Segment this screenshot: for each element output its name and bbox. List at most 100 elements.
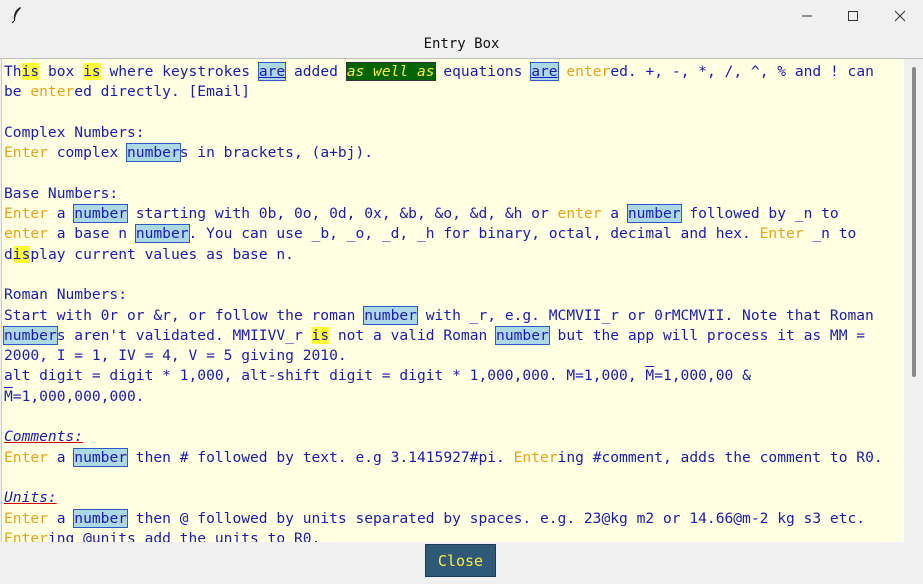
number-highlight: number	[73, 508, 129, 528]
maximize-button[interactable]	[830, 0, 876, 31]
dialog-header: Entry Box	[0, 31, 923, 59]
maximize-icon	[848, 10, 858, 21]
text-line: Entering @units add the units to R0.	[4, 529, 899, 542]
keyword-enter: enter	[566, 63, 611, 80]
text-line: Enter a number then # followed by text. …	[4, 447, 899, 468]
text-segment: play current values as base n.	[30, 245, 294, 263]
text-line	[4, 103, 899, 123]
number-highlight: number	[73, 204, 129, 224]
text-line: Enter a number then @ followed by units …	[4, 508, 899, 529]
text-line: numbers aren't validated. MMIIVV_r is no…	[3, 325, 899, 346]
text-segment: with _r, e.g. MCMVII_r or 0rMCMVII. Note…	[416, 306, 874, 324]
text-segment: a	[47, 448, 75, 466]
help-text-content: This box is where keystrokes are added a…	[3, 62, 899, 542]
keyword-enter: Enter	[4, 144, 48, 162]
dialog-title: Entry Box	[423, 36, 500, 52]
button-bar: Close	[0, 542, 923, 584]
entry-text-area[interactable]: This box is where keystrokes are added a…	[1, 59, 904, 542]
text-segment: is	[21, 63, 40, 80]
text-segment: then @ followed by units separated by sp…	[127, 509, 866, 527]
text-segment: s in brackets, (a+bj).	[179, 144, 374, 162]
keyword-enter: enter	[30, 83, 75, 101]
text-line: This box is where keystrokes are added a…	[4, 62, 899, 82]
text-segment: ed. +, -, *, /, ^, % and ! can	[610, 63, 874, 80]
text-segment: s aren't validated. MMIIVV_r	[56, 326, 312, 344]
text-segment: added	[285, 63, 347, 80]
number-highlight: number	[134, 224, 190, 244]
text-segment: as well as	[345, 62, 436, 81]
title-bar	[0, 0, 923, 31]
text-segment: a	[47, 509, 75, 527]
section-heading: Units:	[4, 489, 57, 507]
text-line: be entered directly. [Email]	[4, 82, 899, 102]
text-segment: complex	[47, 144, 128, 162]
window-close-button[interactable]	[877, 0, 923, 31]
keyword-enter: Enter	[4, 509, 48, 527]
text-segment: is	[12, 245, 31, 263]
text-segment: but the app will process it as MM =	[548, 326, 866, 344]
text-line	[4, 265, 899, 285]
number-highlight: number	[626, 204, 682, 224]
text-line: display current values as base n.	[4, 245, 899, 265]
text-line	[4, 468, 899, 488]
text-line: Base Numbers:	[4, 184, 899, 204]
number-highlight: number	[73, 447, 129, 467]
feather-icon	[11, 7, 21, 24]
text-segment: Base Numbers:	[4, 184, 119, 202]
text-segment: is	[83, 63, 101, 80]
keyword-enter: Enter	[4, 448, 48, 466]
text-segment: is	[311, 326, 330, 344]
text-line: enter a base n number. You can use _b, _…	[4, 224, 899, 244]
text-line: Roman Numbers:	[4, 285, 899, 305]
text-line: Enter a number starting with 0b, 0o, 0d,…	[4, 204, 899, 224]
text-segment: box	[39, 63, 84, 80]
text-segment: not a valid Roman	[329, 326, 497, 344]
text-segment: starting with 0b, 0o, 0d, 0x, &b, &o, &d…	[127, 205, 558, 223]
text-segment: d	[4, 245, 13, 263]
text-segment: then # followed by text. e.g 3.1415927#p…	[127, 448, 514, 466]
text-line: Start with 0r or &r, or follow the roman…	[4, 305, 899, 326]
close-icon	[894, 10, 906, 21]
text-line: Units:	[4, 488, 899, 508]
text-segment: =1,000,00 &	[654, 367, 751, 385]
text-segment: ing @units add the units to R0.	[47, 529, 321, 542]
text-segment: Roman Numbers:	[4, 286, 128, 304]
number-highlight: number	[3, 325, 58, 345]
text-line: Comments:	[4, 427, 899, 447]
text-segment: Complex Numbers:	[4, 123, 145, 141]
number-highlight: number	[126, 143, 181, 163]
text-segment: 2000, I = 1, IV = 4, V = 5 giving 2010.	[4, 347, 347, 365]
keyword-enter: Enter	[759, 225, 804, 243]
text-segment: where keystrokes	[100, 63, 259, 80]
text-segment: =1,000,000,000.	[12, 387, 145, 405]
text-segment: are	[530, 62, 559, 81]
text-segment: be	[4, 83, 31, 101]
minimize-button[interactable]	[784, 0, 830, 31]
minimize-icon	[802, 15, 812, 16]
text-segment: M	[4, 387, 13, 405]
text-line: Enter complex numbers in brackets, (a+bj…	[4, 143, 899, 163]
text-line	[4, 163, 899, 183]
text-segment: ed directly. [Email]	[74, 83, 251, 101]
keyword-enter: Enter	[513, 448, 558, 466]
text-segment: _n to	[803, 225, 857, 243]
section-heading: Comments:	[4, 428, 84, 446]
scrollbar-thumb[interactable]	[912, 67, 916, 377]
keyword-enter: enter	[557, 205, 602, 223]
text-line	[4, 407, 899, 427]
text-segment: are	[257, 62, 287, 81]
vertical-scrollbar[interactable]	[904, 59, 923, 542]
close-button[interactable]: Close	[425, 544, 496, 577]
text-segment: a base n	[47, 225, 136, 243]
keyword-enter: Enter	[4, 529, 48, 542]
text-segment: a	[47, 205, 75, 223]
text-segment: Th	[4, 63, 22, 80]
text-line: M=1,000,000,000.	[4, 387, 899, 407]
text-line: alt digit = digit * 1,000, alt-shift dig…	[4, 366, 899, 386]
text-line: 2000, I = 1, IV = 4, V = 5 giving 2010.	[4, 346, 899, 366]
text-segment: ing #comment, adds the comment to R0.	[557, 448, 883, 466]
text-segment: alt digit = digit * 1,000, alt-shift dig…	[4, 367, 646, 385]
text-segment: a	[601, 205, 628, 223]
text-line: Complex Numbers:	[4, 123, 899, 143]
text-segment: equations	[434, 63, 532, 80]
